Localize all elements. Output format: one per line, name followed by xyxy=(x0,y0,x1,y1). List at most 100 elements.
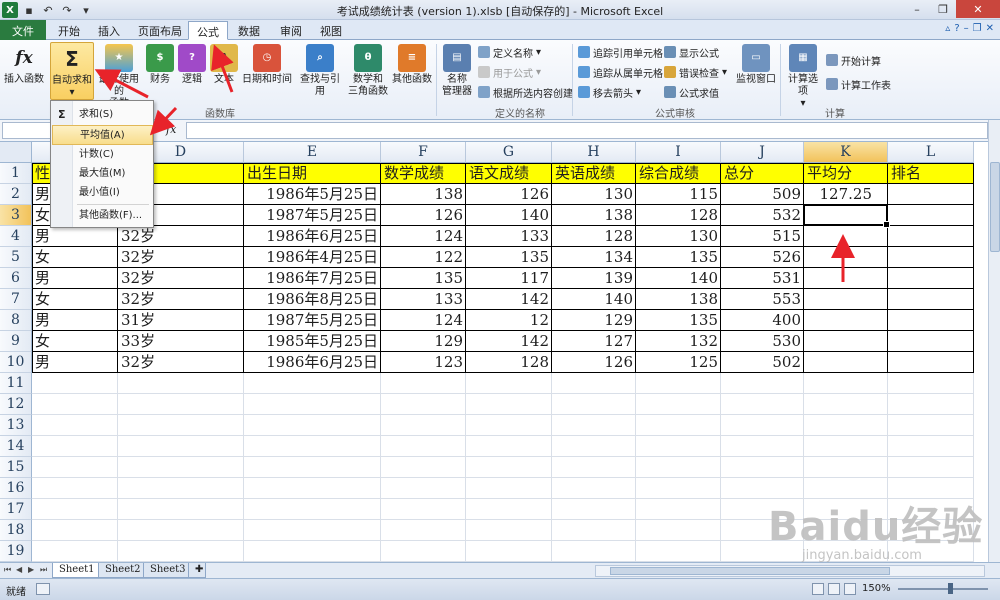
normal-view-icon[interactable] xyxy=(812,583,824,595)
table-cell[interactable]: 126 xyxy=(466,184,552,205)
autosum-button[interactable]: Σ 自动求和 ▾ xyxy=(50,42,94,100)
formula-input[interactable] xyxy=(186,122,988,139)
column-header[interactable]: G xyxy=(466,142,552,163)
table-cell[interactable] xyxy=(888,247,974,268)
ribbon-minimize-icon[interactable]: ▵ xyxy=(945,23,950,34)
horizontal-scroll-thumb[interactable] xyxy=(610,567,890,575)
table-cell[interactable]: 129 xyxy=(381,331,466,352)
table-cell[interactable]: 124 xyxy=(381,226,466,247)
menu-item-more-functions[interactable]: 其他函数(F)... xyxy=(52,206,153,226)
doc-minimize-icon[interactable]: – xyxy=(964,23,969,34)
tab-insert[interactable]: 插入 xyxy=(90,21,128,40)
row-header[interactable]: 6 xyxy=(0,268,32,289)
menu-item-max[interactable]: 最大值(M) xyxy=(52,164,153,184)
table-cell[interactable]: 1986年4月25日 xyxy=(244,247,381,268)
close-icon[interactable]: ✕ xyxy=(956,0,1000,18)
lookup-button[interactable]: ⌕ 查找与引用 xyxy=(296,42,344,98)
table-cell[interactable] xyxy=(804,331,888,352)
row-header[interactable]: 15 xyxy=(0,457,32,478)
table-cell[interactable] xyxy=(888,310,974,331)
datetime-button[interactable]: ◷ 日期和时间 xyxy=(242,42,292,86)
table-cell[interactable]: 1987年5月25日 xyxy=(244,205,381,226)
menu-item-average[interactable]: 平均值(A) xyxy=(52,125,153,145)
zoom-level[interactable]: 150% xyxy=(862,583,891,594)
prev-sheet-icon[interactable]: ◀ xyxy=(16,565,22,574)
zoom-slider-knob[interactable] xyxy=(948,583,953,594)
header-cell[interactable]: 排名 xyxy=(888,163,974,184)
watch-window-button[interactable]: ▭ 监视窗口 xyxy=(734,42,778,86)
table-cell[interactable]: 1985年5月25日 xyxy=(244,331,381,352)
horizontal-scrollbar[interactable] xyxy=(595,565,985,577)
row-header[interactable]: 11 xyxy=(0,373,32,394)
header-cell[interactable]: 综合成绩 xyxy=(636,163,721,184)
menu-item-sum[interactable]: Σ 求和(S) xyxy=(52,105,153,125)
table-cell[interactable] xyxy=(888,184,974,205)
table-cell[interactable]: 男 xyxy=(32,310,118,331)
table-cell[interactable]: 133 xyxy=(381,289,466,310)
table-cell[interactable]: 400 xyxy=(721,310,804,331)
help-icon[interactable]: ? xyxy=(954,23,959,34)
table-cell[interactable]: 135 xyxy=(636,310,721,331)
table-cell[interactable]: 138 xyxy=(636,289,721,310)
table-cell[interactable]: 142 xyxy=(466,289,552,310)
table-cell[interactable]: 135 xyxy=(466,247,552,268)
remove-arrows-button[interactable]: 移去箭头 ▾ xyxy=(578,84,641,100)
table-cell[interactable]: 男 xyxy=(32,352,118,373)
table-cell[interactable]: 140 xyxy=(552,289,636,310)
column-header[interactable]: L xyxy=(888,142,974,163)
table-cell[interactable]: 133 xyxy=(466,226,552,247)
create-from-selection-button[interactable]: 根据所选内容创建 xyxy=(478,84,573,100)
insert-sheet-icon[interactable]: ✚ xyxy=(188,563,206,578)
table-cell[interactable]: 530 xyxy=(721,331,804,352)
table-cell[interactable]: 1986年6月25日 xyxy=(244,226,381,247)
table-cell[interactable] xyxy=(804,247,888,268)
table-cell[interactable]: 115 xyxy=(636,184,721,205)
table-cell[interactable]: 130 xyxy=(636,226,721,247)
column-header[interactable]: E xyxy=(244,142,381,163)
menu-item-min[interactable]: 最小值(I) xyxy=(52,183,153,203)
table-cell[interactable]: 531 xyxy=(721,268,804,289)
tab-page-layout[interactable]: 页面布局 xyxy=(130,21,190,40)
row-header[interactable]: 13 xyxy=(0,415,32,436)
finance-button[interactable]: $ 财务 xyxy=(146,42,174,86)
table-cell[interactable]: 32岁 xyxy=(118,226,244,247)
evaluate-formula-button[interactable]: 公式求值 xyxy=(664,84,719,100)
table-cell[interactable]: 126 xyxy=(381,205,466,226)
table-cell[interactable]: 502 xyxy=(721,352,804,373)
trace-dependents-button[interactable]: 追踪从属单元格 xyxy=(578,64,663,80)
table-cell[interactable] xyxy=(888,205,974,226)
math-button[interactable]: θ 数学和 三角函数 xyxy=(346,42,390,98)
table-cell[interactable]: 129 xyxy=(552,310,636,331)
table-cell[interactable] xyxy=(804,226,888,247)
table-cell[interactable]: 32岁 xyxy=(118,289,244,310)
menu-item-count[interactable]: 计数(C) xyxy=(52,145,153,165)
trace-precedents-button[interactable]: 追踪引用单元格 xyxy=(578,44,663,60)
table-cell[interactable]: 1987年5月25日 xyxy=(244,310,381,331)
minimize-icon[interactable]: – xyxy=(904,0,930,18)
table-cell[interactable]: 31岁 xyxy=(118,310,244,331)
page-layout-view-icon[interactable] xyxy=(828,583,840,595)
first-sheet-icon[interactable]: ⏮ xyxy=(4,565,11,575)
table-cell[interactable] xyxy=(804,310,888,331)
table-cell[interactable]: 130 xyxy=(552,184,636,205)
table-cell[interactable]: 127.25 xyxy=(804,184,888,205)
row-header[interactable]: 19 xyxy=(0,541,32,562)
last-sheet-icon[interactable]: ⏭ xyxy=(40,565,47,575)
table-cell[interactable]: 32岁 xyxy=(118,247,244,268)
table-cell[interactable]: 132 xyxy=(636,331,721,352)
row-header[interactable]: 1 xyxy=(0,163,32,184)
restore-icon[interactable]: ❐ xyxy=(930,0,956,18)
table-cell[interactable]: 128 xyxy=(552,226,636,247)
table-cell[interactable]: 532 xyxy=(721,205,804,226)
table-cell[interactable] xyxy=(888,226,974,247)
row-header[interactable]: 16 xyxy=(0,478,32,499)
table-cell[interactable]: 女 xyxy=(32,289,118,310)
name-manager-button[interactable]: ▤ 名称 管理器 xyxy=(440,42,474,98)
table-cell[interactable] xyxy=(804,289,888,310)
table-cell[interactable]: 117 xyxy=(466,268,552,289)
row-header[interactable]: 8 xyxy=(0,310,32,331)
table-cell[interactable]: 553 xyxy=(721,289,804,310)
column-header[interactable]: K xyxy=(804,142,888,163)
doc-close-icon[interactable]: ✕ xyxy=(986,23,994,34)
doc-restore-icon[interactable]: ❐ xyxy=(973,23,982,34)
